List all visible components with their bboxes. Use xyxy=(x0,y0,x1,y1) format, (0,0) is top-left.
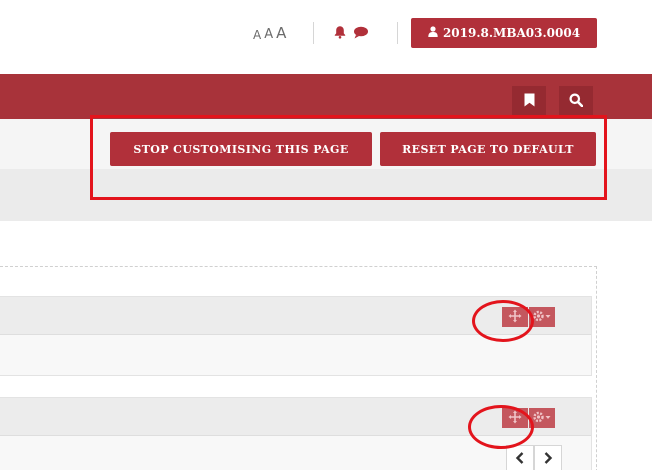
panel-tools xyxy=(502,307,555,327)
panel-tools xyxy=(502,408,555,428)
panel-body xyxy=(0,436,591,470)
search-button[interactable] xyxy=(559,86,593,117)
move-icon xyxy=(508,409,522,428)
top-header: A A A 2019.8.MBA03.0004 xyxy=(0,0,652,74)
panel-header xyxy=(0,398,591,436)
chevron-left-icon xyxy=(515,449,525,468)
header-divider xyxy=(397,22,398,44)
previous-button[interactable] xyxy=(506,445,534,470)
notification-icons xyxy=(333,24,369,43)
bookmark-icon xyxy=(524,92,535,111)
move-icon xyxy=(508,308,522,327)
font-size-controls: A A A xyxy=(253,24,289,42)
panel-body xyxy=(0,335,591,375)
page-banner xyxy=(0,169,652,221)
chevron-right-icon xyxy=(543,449,553,468)
panel-header xyxy=(0,297,591,335)
move-handle[interactable] xyxy=(502,307,528,327)
font-size-large-button[interactable]: A xyxy=(276,24,287,42)
font-size-small-button[interactable]: A xyxy=(253,28,262,42)
gear-icon xyxy=(532,409,552,428)
main-navbar xyxy=(0,74,652,119)
panel-settings-button[interactable] xyxy=(529,408,555,428)
next-button[interactable] xyxy=(534,445,562,470)
move-handle[interactable] xyxy=(502,408,528,428)
bell-icon[interactable] xyxy=(333,24,347,43)
panel-settings-button[interactable] xyxy=(529,307,555,327)
dashboard-panel xyxy=(0,397,592,470)
bookmark-button[interactable] xyxy=(512,86,546,117)
font-size-medium-button[interactable]: A xyxy=(264,27,274,42)
search-icon xyxy=(569,92,584,111)
carousel-pager xyxy=(506,445,562,470)
reset-page-button[interactable]: RESET PAGE TO DEFAULT xyxy=(380,132,596,166)
user-icon xyxy=(428,26,438,40)
stop-customising-button[interactable]: STOP CUSTOMISING THIS PAGE xyxy=(110,132,372,166)
header-divider xyxy=(313,22,314,44)
dashboard-panel xyxy=(0,296,592,376)
chat-icon[interactable] xyxy=(353,24,369,43)
page: A A A 2019.8.MBA03.0004 STOP CUSTOMISING… xyxy=(0,0,652,470)
user-account-label: 2019.8.MBA03.0004 xyxy=(442,26,581,40)
gear-icon xyxy=(532,308,552,327)
user-account-button[interactable]: 2019.8.MBA03.0004 xyxy=(411,18,597,48)
